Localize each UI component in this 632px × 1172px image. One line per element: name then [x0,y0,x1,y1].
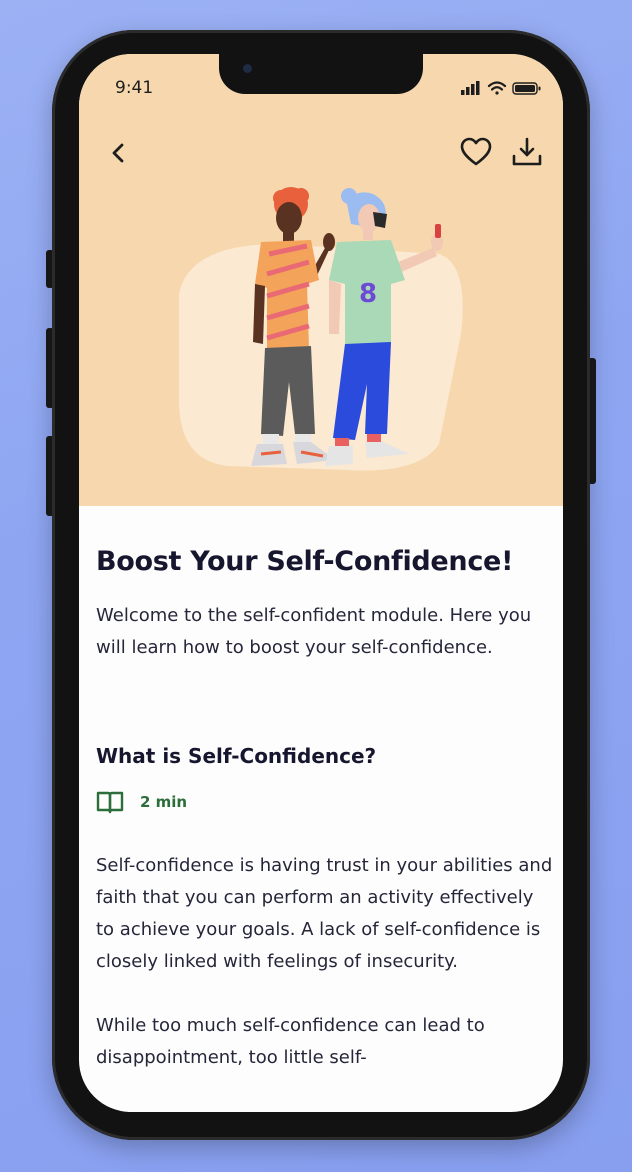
wifi-icon [487,81,507,95]
download-button[interactable] [509,134,545,170]
hero-illustration: 8 [169,184,479,488]
status-icons [461,80,545,100]
body-paragraph: Self-confidence is having trust in your … [96,855,553,972]
download-icon [512,137,542,166]
open-book-icon [96,791,124,814]
back-button[interactable] [103,138,133,168]
section-title: What is Self-Confidence? [96,744,377,768]
screen: 9:41 8 Boost Your Self-Confidence! Welco… [79,54,563,1112]
favorite-button[interactable] [459,136,493,168]
module-intro: Welcome to the self-confident module. He… [96,605,532,658]
chevron-left-icon [112,143,124,163]
section-body: Self-confidence is having trust in your … [96,850,556,1106]
backdrop-shape [179,244,463,471]
front-camera [243,64,252,73]
hero-section: 9:41 8 [79,54,563,506]
svg-text:8: 8 [359,279,377,309]
read-time: 2 min [140,793,188,811]
signal-icon [461,81,480,95]
heart-outline-icon [460,137,492,166]
body-paragraph: While too much self-confidence can lead … [96,1015,485,1068]
battery-icon [512,82,541,95]
notch [219,54,423,94]
read-time-row: 2 min [96,790,187,814]
module-title: Boost Your Self-Confidence! [96,546,514,577]
status-time: 9:41 [115,78,154,98]
